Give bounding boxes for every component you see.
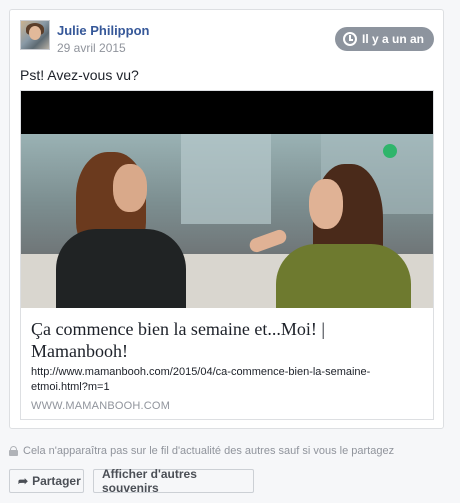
clock-icon bbox=[342, 32, 357, 46]
share-button-label: Partager bbox=[32, 474, 81, 488]
traffic-light bbox=[383, 144, 397, 158]
memory-post-card: Julie Philippon 29 avril 2015 Il y a un … bbox=[9, 9, 444, 429]
share-arrow-icon: ➦ bbox=[18, 474, 29, 488]
link-url[interactable]: http://www.mamanbooh.com/2015/04/ca-comm… bbox=[31, 365, 423, 395]
link-domain: WWW.MAMANBOOH.COM bbox=[31, 400, 171, 412]
avatar-face bbox=[29, 26, 41, 40]
person-left-body bbox=[56, 229, 186, 308]
visibility-notice-text: Cela n'apparaîtra pas sur le fil d'actua… bbox=[23, 445, 395, 457]
link-title[interactable]: Ça commence bien la semaine et...Moi! | … bbox=[31, 318, 423, 362]
post-date[interactable]: 29 avril 2015 bbox=[57, 41, 126, 55]
more-memories-label: Afficher d'autres souvenirs bbox=[102, 467, 197, 495]
more-memories-button[interactable]: Afficher d'autres souvenirs bbox=[93, 467, 254, 495]
avatar[interactable] bbox=[20, 20, 50, 50]
person-left-face bbox=[113, 164, 147, 212]
memory-age-label: Il y a un an bbox=[361, 32, 424, 46]
memory-age-badge: Il y a un an bbox=[334, 27, 434, 51]
post-text: Pst! Avez-vous vu? bbox=[20, 67, 139, 83]
preview-image[interactable] bbox=[21, 91, 433, 308]
person-right-body bbox=[276, 244, 411, 308]
link-preview[interactable]: Ça commence bien la semaine et...Moi! | … bbox=[20, 90, 434, 420]
background-window bbox=[181, 134, 271, 224]
preview-body[interactable]: Ça commence bien la semaine et...Moi! | … bbox=[21, 308, 433, 419]
share-button[interactable]: ➦ Partager bbox=[9, 469, 84, 493]
person-right-hand bbox=[247, 227, 289, 255]
lock-icon bbox=[9, 446, 18, 456]
author-name[interactable]: Julie Philippon bbox=[57, 23, 149, 38]
video-scene bbox=[21, 134, 433, 308]
visibility-notice: Cela n'apparaîtra pas sur le fil d'actua… bbox=[9, 445, 394, 457]
person-right-face bbox=[309, 179, 343, 229]
